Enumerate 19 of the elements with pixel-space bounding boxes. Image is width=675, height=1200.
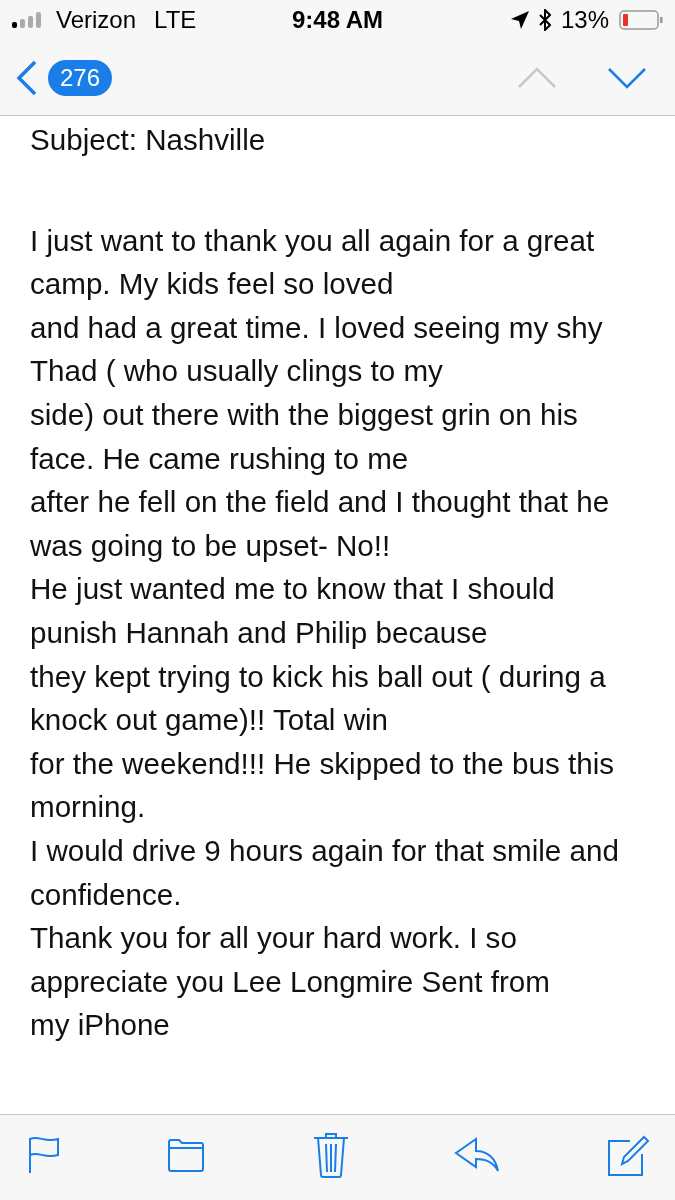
location-arrow-icon	[510, 11, 529, 29]
carrier-name: Verizon	[56, 6, 137, 34]
message-text: I would drive 9 hours again for that smile and confidence.	[30, 832, 620, 913]
subject-line: Subject: Nashville	[30, 122, 267, 158]
compose-icon[interactable]	[606, 1133, 650, 1176]
message-text: for the weekend!!! He skipped to the bus this morning.	[30, 745, 615, 826]
unread-count-badge[interactable]: 276	[48, 59, 113, 96]
clock-time: 9:48 AM	[291, 6, 384, 34]
message-text: after he fell on the field and I thought that he was going to be upset- No!!	[30, 484, 611, 564]
back-chevron-icon[interactable]	[16, 59, 38, 96]
folder-icon[interactable]	[166, 1137, 207, 1172]
message-text: my iPhone	[30, 1007, 171, 1044]
bluetooth-icon	[538, 9, 551, 31]
reply-icon[interactable]	[454, 1136, 501, 1173]
trash-icon[interactable]	[312, 1131, 349, 1178]
flag-icon[interactable]	[27, 1135, 61, 1174]
battery-icon	[619, 10, 663, 30]
network-type: LTE	[154, 6, 197, 34]
battery-percentage: 13%	[560, 6, 609, 34]
